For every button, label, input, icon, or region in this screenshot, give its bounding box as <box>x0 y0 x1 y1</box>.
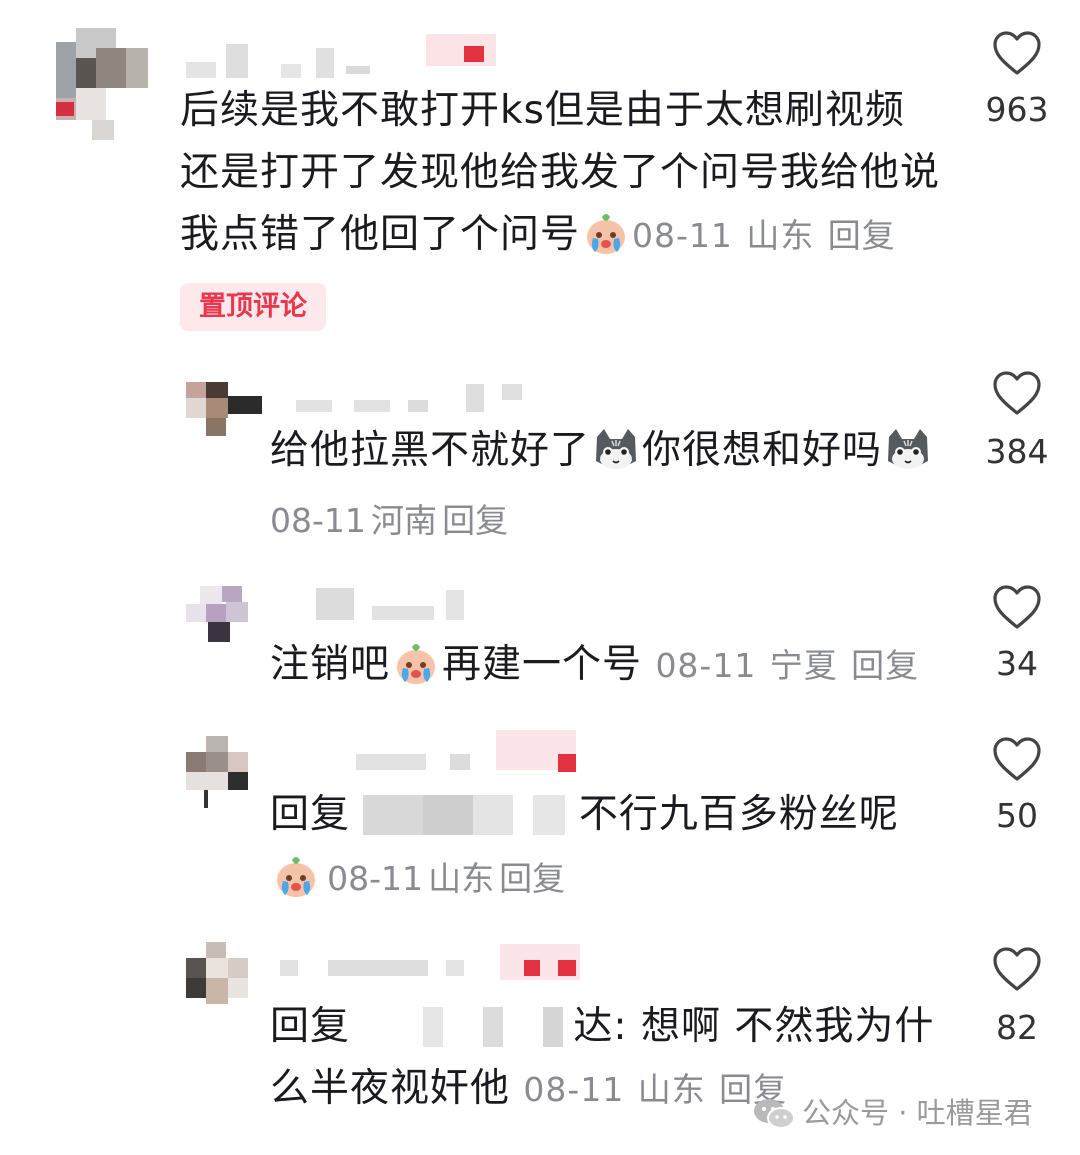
cat-face-icon <box>884 425 932 473</box>
username-redacted[interactable] <box>186 30 506 80</box>
heart-icon[interactable] <box>992 30 1042 76</box>
like-count: 384 <box>985 432 1049 471</box>
heart-icon[interactable] <box>992 736 1042 782</box>
heart-icon[interactable] <box>992 584 1042 630</box>
like-count: 50 <box>996 796 1038 835</box>
comment-text-part: 给他拉黑不就好了 <box>270 428 591 473</box>
like-count: 82 <box>996 1008 1038 1047</box>
username-redacted[interactable] <box>316 588 476 622</box>
avatar[interactable] <box>186 942 262 1008</box>
comment-text-part: 不行九百多粉丝呢 <box>578 792 899 837</box>
comment-location: 山东 <box>746 216 815 255</box>
heart-icon[interactable] <box>992 946 1042 992</box>
comment-line: 后续是我不敢打开ks但是由于太想刷视频 <box>180 88 905 133</box>
username-redacted[interactable] <box>280 944 600 984</box>
avatar[interactable] <box>186 586 262 648</box>
heart-icon[interactable] <box>992 370 1042 416</box>
comment-date: 08-11 <box>632 216 733 255</box>
mention-redacted[interactable] <box>363 795 566 835</box>
avatar[interactable] <box>186 382 264 438</box>
comment-text-part: 你很想和好吗 <box>642 428 883 473</box>
mention-redacted[interactable] <box>363 1007 574 1047</box>
comment-date: 08-11 <box>655 646 757 685</box>
watermark: 公众号 · 吐槽星君 <box>752 1090 1033 1132</box>
avatar[interactable] <box>48 28 148 140</box>
comment-location: 河南 <box>370 501 437 540</box>
comment-meta: 08-11 山东 回复 <box>270 852 565 900</box>
comment-text-part: 想啊 不然我为什 <box>640 1004 935 1049</box>
wechat-icon <box>754 1099 795 1129</box>
like-count: 34 <box>996 644 1038 683</box>
crying-face-icon <box>392 639 440 687</box>
reply-prefix: 回复 <box>270 792 351 837</box>
comment-text: 后续是我不敢打开ks但是由于太想刷视频 还是打开了发现他给我发了个问号我给他说 … <box>180 80 960 267</box>
comment-text-part: 再建一个号 <box>442 642 643 687</box>
reply-prefix: 回复 <box>270 1004 351 1049</box>
comment-text: 给他拉黑不就好了 你很想和好吗 <box>270 420 950 482</box>
comment-text-part: 么半夜视奸他 <box>270 1066 511 1111</box>
cat-face-icon <box>592 425 640 473</box>
comment-line: 还是打开了发现他给我发了个问号我给他说 <box>180 150 941 195</box>
comment-text: 注销吧 再建一个号 08-11 宁夏 回复 <box>270 634 970 697</box>
comment-location: 宁夏 <box>769 646 838 685</box>
like-count: 963 <box>985 90 1049 129</box>
comment-line: 回复 达: 想啊 不然我为什 <box>270 996 970 1058</box>
comment-location: 山东 <box>428 859 495 898</box>
username-redacted[interactable] <box>296 384 526 414</box>
username-redacted[interactable] <box>356 730 596 776</box>
comment-meta: 08-11 河南 回复 <box>270 494 508 542</box>
comment-text: 回复 不行九百多粉丝呢 <box>270 784 970 846</box>
reply-button[interactable]: 回复 <box>499 859 565 898</box>
reply-button[interactable]: 回复 <box>442 501 508 540</box>
comment-line: 我点错了他回了个问号 08-11 山东 回复 <box>180 204 960 267</box>
crying-face-icon <box>582 209 630 257</box>
avatar[interactable] <box>186 736 262 810</box>
mention-tail: 达: <box>573 1004 628 1049</box>
comment-date: 08-11 <box>327 859 423 898</box>
reply-button[interactable]: 回复 <box>851 646 919 685</box>
crying-face-icon <box>272 852 320 900</box>
comment-date: 08-11 <box>523 1070 625 1109</box>
comment-location: 山东 <box>637 1070 706 1109</box>
comment-text-part: 注销吧 <box>270 642 391 687</box>
comment-line-text: 我点错了他回了个问号 <box>180 212 581 257</box>
comment-date: 08-11 <box>270 501 366 540</box>
reply-button[interactable]: 回复 <box>828 216 896 255</box>
pinned-comment-badge: 置顶评论 <box>180 283 326 331</box>
watermark-text: 公众号 · 吐槽星君 <box>802 1096 1033 1130</box>
